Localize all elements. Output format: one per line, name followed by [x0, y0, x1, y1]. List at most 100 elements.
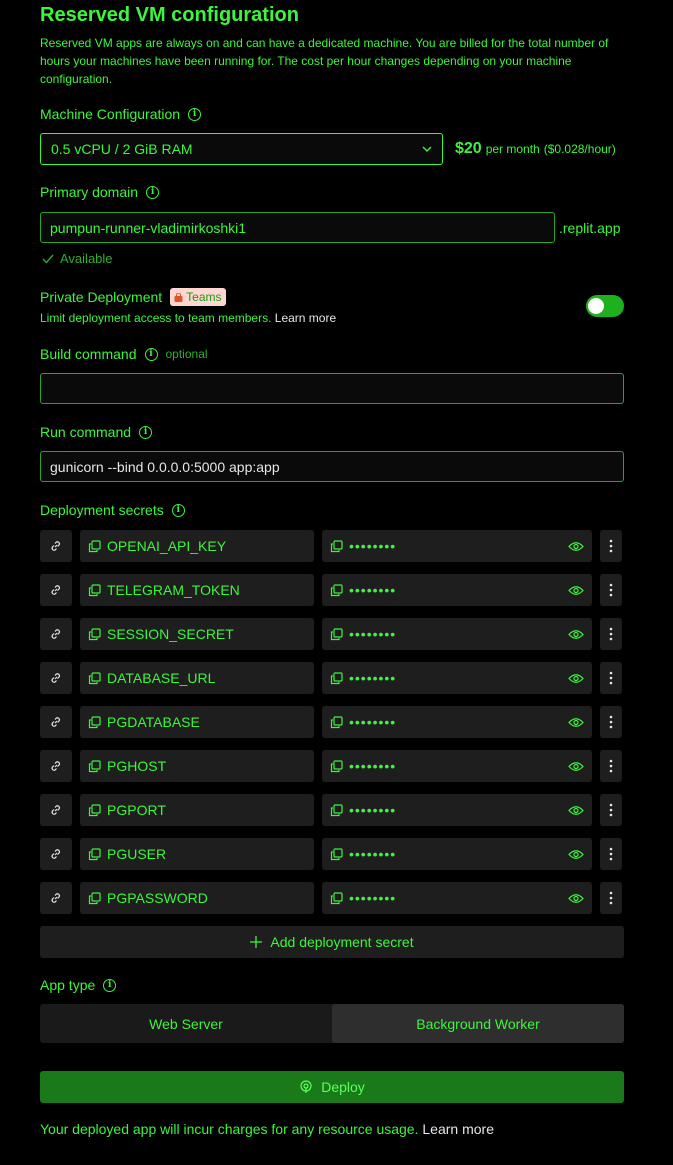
deploy-button[interactable]: Deploy	[40, 1071, 624, 1103]
secret-value-field[interactable]: ••••••••	[322, 750, 592, 782]
kebab-menu-icon[interactable]	[600, 574, 622, 606]
secret-value-field[interactable]: ••••••••	[322, 794, 592, 826]
check-icon	[42, 254, 54, 264]
secret-value-field[interactable]: ••••••••	[322, 574, 592, 606]
secret-key-field[interactable]: PGDATABASE	[80, 706, 314, 738]
footer-learn-more-link[interactable]: Learn more	[422, 1121, 494, 1137]
secret-key-field[interactable]: DATABASE_URL	[80, 662, 314, 694]
primary-domain-label: Primary domain i	[40, 184, 160, 200]
kebab-menu-icon[interactable]	[600, 838, 622, 870]
kebab-menu-icon[interactable]	[600, 706, 622, 738]
learn-more-link[interactable]: Learn more	[275, 311, 336, 325]
copy-icon[interactable]	[330, 847, 343, 861]
machine-config-select[interactable]: 0.5 vCPU / 2 GiB RAM	[40, 133, 443, 165]
eye-icon[interactable]	[568, 717, 584, 728]
app-type-web-server[interactable]: Web Server	[40, 1004, 332, 1043]
eye-icon[interactable]	[568, 761, 584, 772]
link-icon[interactable]	[40, 794, 72, 826]
link-icon[interactable]	[40, 706, 72, 738]
copy-icon[interactable]	[88, 759, 101, 773]
app-type-background-worker[interactable]: Background Worker	[332, 1004, 624, 1043]
secret-key: DATABASE_URL	[107, 670, 216, 686]
secret-key-field[interactable]: SESSION_SECRET	[80, 618, 314, 650]
footer-note: Your deployed app will incur charges for…	[40, 1121, 494, 1137]
eye-icon[interactable]	[568, 629, 584, 640]
secret-key-field[interactable]: PGPASSWORD	[80, 882, 314, 914]
info-icon[interactable]: i	[188, 107, 202, 121]
private-deployment-toggle[interactable]	[586, 295, 624, 317]
machine-price: $20 per month ($0.028/hour)	[455, 140, 616, 158]
build-command-input[interactable]	[40, 373, 624, 404]
secret-value-field[interactable]: ••••••••	[322, 530, 592, 562]
info-icon[interactable]: i	[103, 978, 117, 992]
link-icon[interactable]	[40, 838, 72, 870]
eye-icon[interactable]	[568, 673, 584, 684]
secret-key-field[interactable]: PGHOST	[80, 750, 314, 782]
kebab-menu-icon[interactable]	[600, 750, 622, 782]
secret-key-field[interactable]: PGPORT	[80, 794, 314, 826]
kebab-menu-icon[interactable]	[600, 794, 622, 826]
info-icon[interactable]: i	[171, 503, 185, 517]
secret-value-field[interactable]: ••••••••	[322, 706, 592, 738]
copy-icon[interactable]	[88, 539, 101, 553]
domain-suffix: .replit.app	[559, 220, 621, 236]
copy-icon[interactable]	[330, 671, 343, 685]
deploy-label: Deploy	[321, 1079, 365, 1095]
secret-key-field[interactable]: PGUSER	[80, 838, 314, 870]
info-icon[interactable]: i	[146, 185, 160, 199]
copy-icon[interactable]	[330, 759, 343, 773]
link-icon[interactable]	[40, 662, 72, 694]
secret-key: OPENAI_API_KEY	[107, 538, 227, 554]
eye-icon[interactable]	[568, 585, 584, 596]
kebab-menu-icon[interactable]	[600, 662, 622, 694]
secret-row: PGHOST ••••••••	[40, 750, 624, 782]
copy-icon[interactable]	[88, 715, 101, 729]
copy-icon[interactable]	[88, 627, 101, 641]
teams-badge-text: Teams	[186, 290, 222, 304]
link-icon[interactable]	[40, 618, 72, 650]
run-command-input[interactable]: gunicorn --bind 0.0.0.0:5000 app:app	[40, 451, 624, 482]
secret-value-field[interactable]: ••••••••	[322, 838, 592, 870]
info-icon[interactable]: i	[144, 347, 158, 361]
secret-key-field[interactable]: OPENAI_API_KEY	[80, 530, 314, 562]
secret-value-field[interactable]: ••••••••	[322, 618, 592, 650]
run-command-label: Run command i	[40, 424, 153, 440]
copy-icon[interactable]	[88, 891, 101, 905]
kebab-menu-icon[interactable]	[600, 530, 622, 562]
build-command-label-text: Build command	[40, 346, 137, 362]
copy-icon[interactable]	[330, 891, 343, 905]
link-icon[interactable]	[40, 574, 72, 606]
secret-value-field[interactable]: ••••••••	[322, 882, 592, 914]
price-per-hour: ($0.028/hour)	[543, 142, 616, 156]
secret-key: SESSION_SECRET	[107, 626, 234, 642]
add-deployment-secret-button[interactable]: Add deployment secret	[40, 926, 624, 958]
copy-icon[interactable]	[88, 583, 101, 597]
eye-icon[interactable]	[568, 541, 584, 552]
eye-icon[interactable]	[568, 805, 584, 816]
price-per-month: per month	[485, 142, 540, 156]
kebab-menu-icon[interactable]	[600, 618, 622, 650]
secret-row: PGPASSWORD ••••••••	[40, 882, 624, 914]
copy-icon[interactable]	[88, 671, 101, 685]
copy-icon[interactable]	[330, 627, 343, 641]
machine-config-label: Machine Configuration i	[40, 106, 202, 122]
copy-icon[interactable]	[330, 583, 343, 597]
secret-value-field[interactable]: ••••••••	[322, 662, 592, 694]
copy-icon[interactable]	[330, 803, 343, 817]
copy-icon[interactable]	[330, 539, 343, 553]
secret-value-masked: ••••••••	[349, 714, 397, 730]
copy-icon[interactable]	[88, 847, 101, 861]
primary-domain-input[interactable]: pumpun-runner-vladimirkoshki1	[40, 212, 555, 243]
secret-row: PGDATABASE ••••••••	[40, 706, 624, 738]
link-icon[interactable]	[40, 882, 72, 914]
info-icon[interactable]: i	[139, 425, 153, 439]
secret-key-field[interactable]: TELEGRAM_TOKEN	[80, 574, 314, 606]
link-icon[interactable]	[40, 750, 72, 782]
link-icon[interactable]	[40, 530, 72, 562]
secret-value-masked: ••••••••	[349, 846, 397, 862]
copy-icon[interactable]	[88, 803, 101, 817]
copy-icon[interactable]	[330, 715, 343, 729]
eye-icon[interactable]	[568, 849, 584, 860]
eye-icon[interactable]	[568, 893, 584, 904]
kebab-menu-icon[interactable]	[600, 882, 622, 914]
